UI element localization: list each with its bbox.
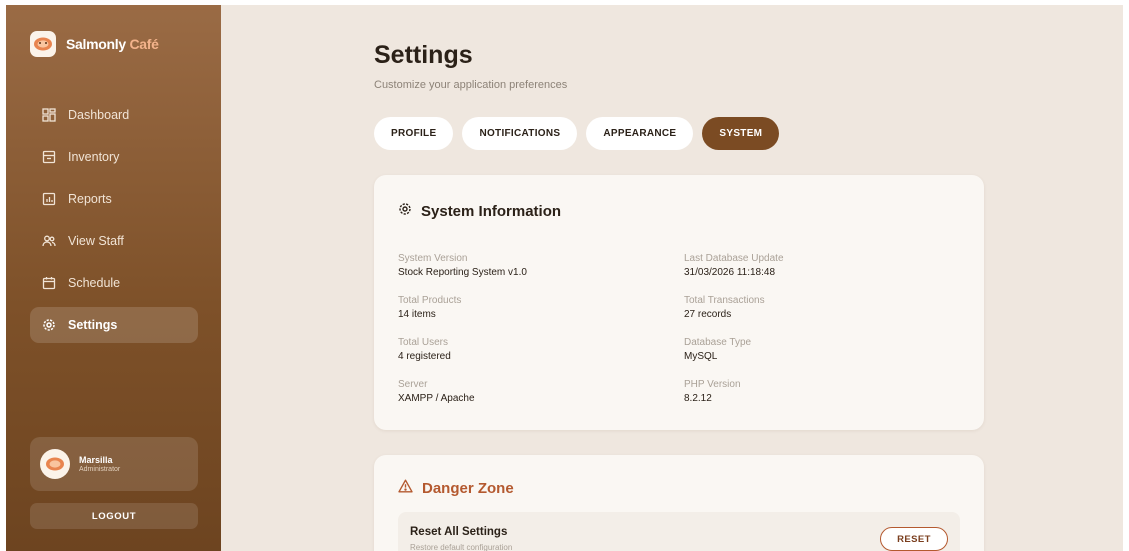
sidebar-item-label: Schedule [68, 276, 121, 290]
sidebar-item-settings[interactable]: Settings [30, 307, 198, 343]
page-subtitle: Customize your application preferences [374, 79, 568, 91]
info-label: Total Products [398, 295, 462, 306]
user-role: Administrator [79, 466, 121, 473]
dashboard-icon [42, 108, 56, 122]
info-label: Server [398, 379, 428, 390]
app-window: Salmonly Café Dashboard Inventory Report… [6, 5, 1123, 551]
sidebar-item-reports[interactable]: Reports [30, 181, 198, 217]
info-label: Last Database Update [684, 253, 784, 264]
info-label: Database Type [684, 337, 752, 348]
info-database-type: Database Type MySQL [684, 337, 751, 362]
sidebar: Salmonly Café Dashboard Inventory Report… [6, 5, 221, 551]
system-information-card: System Information System Version Stock … [374, 175, 984, 430]
warning-icon [398, 479, 413, 497]
info-value: 4 registered [398, 351, 451, 362]
tab-system[interactable]: SYSTEM [702, 117, 780, 150]
brand[interactable]: Salmonly Café [30, 31, 159, 57]
settings-tabs: PROFILE NOTIFICATIONS APPEARANCE SYSTEM [374, 117, 780, 150]
sidebar-item-label: Inventory [68, 150, 120, 164]
sidebar-item-dashboard[interactable]: Dashboard [30, 97, 198, 133]
logout-button[interactable]: LOGOUT [30, 503, 198, 529]
inventory-icon [42, 150, 56, 164]
info-label: Total Transactions [684, 295, 765, 306]
info-value: XAMPP / Apache [398, 393, 475, 404]
sidebar-item-label: Settings [68, 318, 118, 332]
tab-notifications[interactable]: NOTIFICATIONS [462, 117, 578, 150]
brand-name-main: Salmonly [66, 36, 126, 52]
reset-settings-row: Reset All Settings Restore default confi… [398, 512, 960, 551]
info-label: Total Users [398, 337, 449, 348]
user-profile-card[interactable]: Marsilla Administrator [30, 437, 198, 491]
reset-button[interactable]: RESET [880, 527, 948, 551]
sidebar-item-label: View Staff [68, 234, 124, 248]
info-server: Server XAMPP / Apache [398, 379, 475, 404]
tab-appearance[interactable]: APPEARANCE [586, 117, 694, 150]
avatar [40, 449, 70, 479]
info-total-transactions: Total Transactions 27 records [684, 295, 765, 320]
info-value: 14 items [398, 309, 436, 320]
gear-icon [398, 202, 412, 220]
info-value: 8.2.12 [684, 393, 712, 404]
danger-zone-heading: Danger Zone [398, 479, 514, 497]
info-value: 31/03/2026 11:18:48 [684, 267, 776, 278]
brand-name: Salmonly Café [66, 36, 159, 52]
danger-zone-card: Danger Zone Reset All Settings Restore d… [374, 455, 984, 551]
sidebar-item-schedule[interactable]: Schedule [30, 265, 198, 301]
sidebar-item-inventory[interactable]: Inventory [30, 139, 198, 175]
info-total-users: Total Users 4 registered [398, 337, 451, 362]
info-value: 27 records [684, 309, 732, 320]
staff-icon [42, 234, 56, 248]
sidebar-item-label: Reports [68, 192, 112, 206]
sidebar-nav: Dashboard Inventory Reports View Staff S… [30, 97, 198, 349]
info-label: PHP Version [684, 379, 741, 390]
tab-profile[interactable]: PROFILE [374, 117, 454, 150]
info-system-version: System Version Stock Reporting System v1… [398, 253, 527, 278]
cafe-logo-icon [30, 31, 56, 57]
card-title: Danger Zone [422, 479, 514, 497]
user-name: Marsilla [79, 455, 113, 465]
sidebar-item-label: Dashboard [68, 108, 130, 122]
calendar-icon [42, 276, 56, 290]
info-total-products: Total Products 14 items [398, 295, 461, 320]
reset-settings-description: Restore default configuration [410, 543, 513, 551]
card-title: System Information [421, 202, 562, 220]
info-value: Stock Reporting System v1.0 [398, 267, 527, 278]
sidebar-item-view-staff[interactable]: View Staff [30, 223, 198, 259]
brand-name-accent: Café [129, 36, 159, 52]
user-info: Marsilla Administrator [79, 455, 120, 473]
info-label: System Version [398, 253, 468, 264]
page-title: Settings [374, 41, 473, 69]
info-value: MySQL [684, 351, 718, 362]
reports-icon [42, 192, 56, 206]
info-last-database-update: Last Database Update 31/03/2026 11:18:48 [684, 253, 784, 278]
gear-icon [42, 318, 56, 332]
system-information-heading: System Information [398, 202, 561, 220]
info-php-version: PHP Version 8.2.12 [684, 379, 741, 404]
reset-settings-title: Reset All Settings [410, 526, 508, 538]
